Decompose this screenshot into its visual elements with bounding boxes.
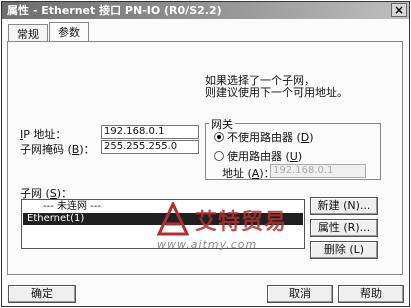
no-router-label[interactable]: 不使用路由器 (D) xyxy=(227,129,314,145)
no-router-radio[interactable] xyxy=(214,132,224,142)
tab-general-label: 常规 xyxy=(17,28,39,41)
no-router-pre: 不使用路由器 ( xyxy=(227,131,301,144)
ip-label-text: P 地址： xyxy=(23,128,67,141)
tab-parameters[interactable]: 参数 xyxy=(49,22,89,43)
hint-text: 如果选择了一个子网， 则建议使用下一个可用地址。 xyxy=(205,75,348,99)
no-router-hotkey: D xyxy=(300,131,310,144)
cancel-button[interactable]: 取消 xyxy=(267,285,333,303)
watermark-text: 艾特贸易 xyxy=(195,210,288,235)
ip-address-input[interactable]: 192.168.0.1 xyxy=(101,125,199,139)
subnet-mask-label: 子网掩码 (B)： xyxy=(20,141,95,157)
no-router-post: ) xyxy=(309,131,314,144)
watermark-url: www.aitmy.com xyxy=(157,238,258,251)
properties-dialog: 属性 - Ethernet 接口 PN-IO (R0/S2.2) × 常规 参数… xyxy=(1,1,410,307)
mask-label-post: )： xyxy=(79,143,95,156)
use-router-post: ) xyxy=(297,150,303,163)
tab-parameters-label: 参数 xyxy=(58,26,80,39)
router-address-label: 地址 (A)： xyxy=(222,165,275,181)
ip-address-label: IP 地址： xyxy=(20,126,66,142)
router-address-pre: 地址 ( xyxy=(222,167,252,180)
subnet-mask-input[interactable]: 255.255.255.0 xyxy=(101,140,199,154)
watermark: 艾特贸易 www.aitmy.com xyxy=(157,202,307,251)
watermark-logo-icon xyxy=(157,202,189,236)
mask-label-pre: 子网掩码 ( xyxy=(20,143,72,156)
subnet-properties-button[interactable]: 属性 (R)... xyxy=(310,219,378,237)
use-router-label[interactable]: 使用路由器 (U) xyxy=(227,148,302,164)
delete-subnet-button[interactable]: 删除 (L) xyxy=(310,241,378,259)
ok-button[interactable]: 确定 xyxy=(8,285,76,303)
hint-line-2: 则建议使用下一个可用地址。 xyxy=(205,86,348,99)
use-router-radio[interactable] xyxy=(214,151,224,161)
window-title: 属性 - Ethernet 接口 PN-IO (R0/S2.2) xyxy=(7,4,222,17)
close-button[interactable]: × xyxy=(391,3,407,17)
title-bar: 属性 - Ethernet 接口 PN-IO (R0/S2.2) × xyxy=(2,2,409,19)
new-subnet-button[interactable]: 新建 (N)... xyxy=(310,197,378,215)
help-button[interactable]: 帮助 xyxy=(338,285,404,303)
use-router-hotkey: U xyxy=(289,150,298,163)
router-address-input[interactable]: 192.168.0.1 xyxy=(270,164,366,178)
use-router-pre: 使用路由器 ( xyxy=(227,150,290,163)
